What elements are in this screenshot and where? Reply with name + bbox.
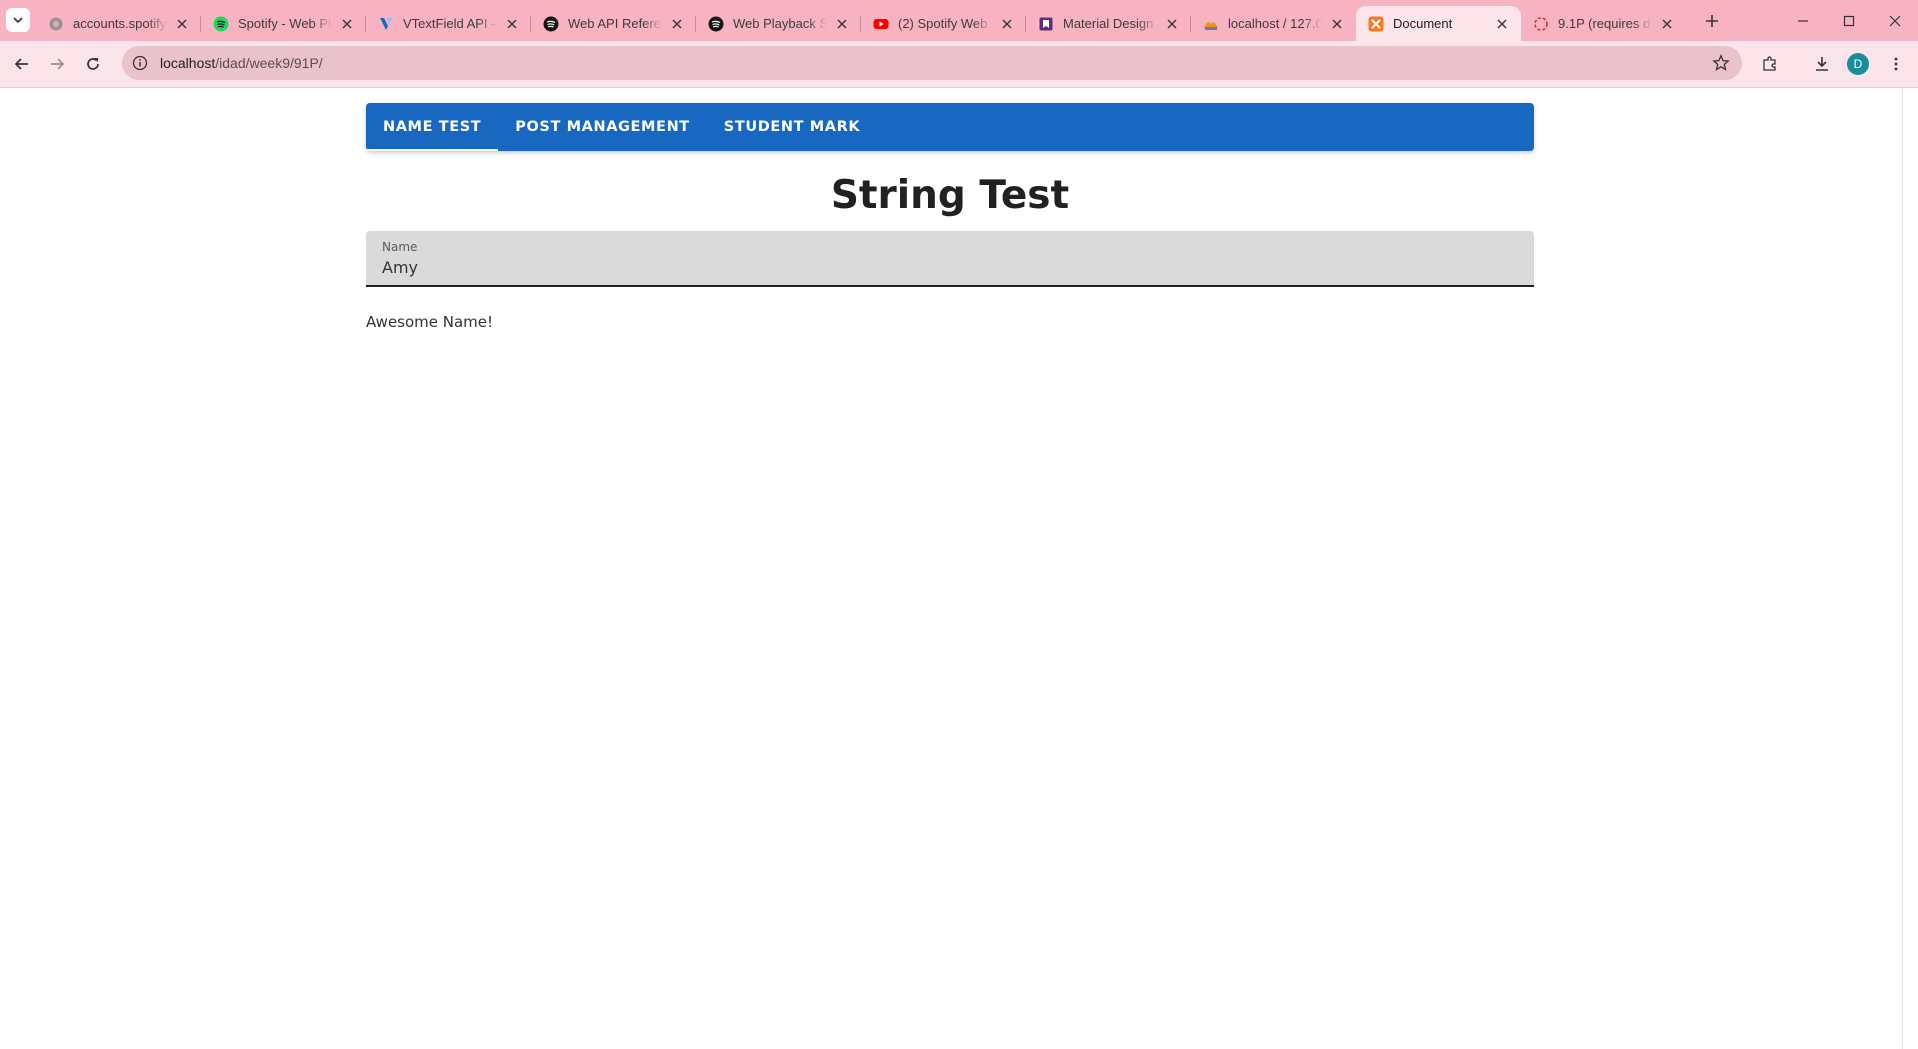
browser-tab[interactable]: (2) Spotify Web API [861, 6, 1026, 41]
name-input[interactable] [382, 258, 1502, 277]
tab-title: Web API Reference [568, 16, 662, 31]
close-icon[interactable] [833, 15, 851, 33]
back-button[interactable] [8, 50, 36, 78]
browser-tab[interactable]: localhost / 127.0.0.1 [1191, 6, 1356, 41]
arrow-right-icon [51, 58, 65, 70]
name-field[interactable]: Name [366, 231, 1534, 287]
downloads-button[interactable] [1808, 50, 1836, 78]
close-icon[interactable] [998, 15, 1016, 33]
minimize-button[interactable] [1780, 0, 1826, 41]
plus-icon [1706, 15, 1718, 27]
close-icon[interactable] [668, 15, 686, 33]
tab-title: Web Playback SDK [733, 16, 827, 31]
youtube-icon [873, 16, 889, 32]
tab-title: Document [1393, 16, 1453, 31]
tab-title: Spotify - Web Player [238, 16, 332, 31]
address-bar[interactable]: localhost/idad/week9/91P/ [122, 46, 1742, 80]
close-icon[interactable] [338, 15, 356, 33]
vuetify-icon [378, 16, 394, 32]
reload-icon [87, 58, 99, 70]
spotify-icon [708, 16, 724, 32]
browser-tab[interactable]: Web Playback SDK [696, 6, 861, 41]
close-icon[interactable] [1493, 15, 1511, 33]
extensions-button[interactable] [1756, 50, 1784, 78]
chevron-down-icon [13, 17, 23, 24]
browser-tab[interactable]: Web API Reference [531, 6, 696, 41]
reload-button[interactable] [79, 50, 107, 78]
site-info-icon[interactable] [132, 55, 148, 71]
browser-tab[interactable]: 9.1P (requires demo) [1521, 6, 1686, 41]
url-text: localhost/idad/week9/91P/ [160, 55, 323, 71]
maximize-button[interactable] [1826, 0, 1872, 41]
tab-title: Material Design Icons [1063, 16, 1157, 31]
globe-icon [48, 16, 64, 32]
browser-tab-active[interactable]: Document [1356, 6, 1521, 41]
browser-tab[interactable]: Material Design Icons [1026, 6, 1191, 41]
window-close-button[interactable] [1872, 0, 1918, 41]
more-vert-icon [1894, 57, 1898, 71]
bookmark-star-icon[interactable] [1712, 54, 1730, 77]
tab-title: accounts.spotify.com [73, 16, 167, 31]
spotify-icon [213, 16, 229, 32]
url-host: localhost [160, 55, 216, 71]
arrow-left-icon [14, 58, 28, 70]
close-icon[interactable] [503, 15, 521, 33]
tab-post-management[interactable]: POST MANAGEMENT [498, 103, 707, 151]
page-scrollbar[interactable] [1902, 88, 1903, 1049]
app-tab-bar: NAME TEST POST MANAGEMENT STUDENT MARK [366, 103, 1534, 151]
tab-search-button[interactable] [6, 8, 30, 32]
profile-avatar[interactable]: D [1847, 53, 1869, 75]
browser-tab[interactable]: VTextField API — Vuetify [366, 6, 531, 41]
url-path: /idad/week9/91P/ [215, 55, 323, 71]
minimize-icon [1798, 19, 1808, 22]
tab-name-test[interactable]: NAME TEST [366, 103, 499, 151]
browser-tabstrip: accounts.spotify.com Spotify - Web Playe… [0, 0, 1918, 41]
close-icon [1889, 15, 1901, 26]
maximize-icon [1843, 15, 1855, 26]
tab-title: 9.1P (requires demo) [1558, 16, 1652, 31]
tab-student-mark[interactable]: STUDENT MARK [707, 103, 877, 151]
tab-title: VTextField API — Vuetify [403, 16, 497, 31]
close-icon[interactable] [1328, 15, 1346, 33]
tab-title: localhost / 127.0.0.1 [1228, 16, 1322, 31]
close-icon[interactable] [173, 15, 191, 33]
xampp-icon [1368, 16, 1384, 32]
close-icon[interactable] [1163, 15, 1181, 33]
puzzle-icon [1763, 56, 1776, 71]
tab-title: (2) Spotify Web API [898, 16, 992, 31]
new-tab-button[interactable] [1701, 10, 1723, 32]
phpmyadmin-icon [1203, 16, 1219, 32]
tab-list: accounts.spotify.com Spotify - Web Playe… [36, 6, 1686, 41]
browser-menu-button[interactable] [1882, 50, 1910, 78]
spotify-icon [543, 16, 559, 32]
page-viewport: NAME TEST POST MANAGEMENT STUDENT MARK S… [0, 88, 1918, 1049]
browser-tab[interactable]: Spotify - Web Player [201, 6, 366, 41]
browser-tab[interactable]: accounts.spotify.com [36, 6, 201, 41]
material-design-icon [1038, 16, 1054, 32]
forward-button[interactable] [43, 50, 71, 78]
browser-toolbar: localhost/idad/week9/91P/ D [0, 41, 1918, 88]
loading-icon [1533, 16, 1549, 32]
page-title: String Test [830, 173, 1070, 218]
validation-message: Awesome Name! [366, 313, 494, 331]
close-icon[interactable] [1658, 15, 1676, 33]
name-field-label: Name [382, 240, 418, 254]
app-container: NAME TEST POST MANAGEMENT STUDENT MARK S… [366, 103, 1534, 331]
download-icon [1816, 57, 1828, 71]
